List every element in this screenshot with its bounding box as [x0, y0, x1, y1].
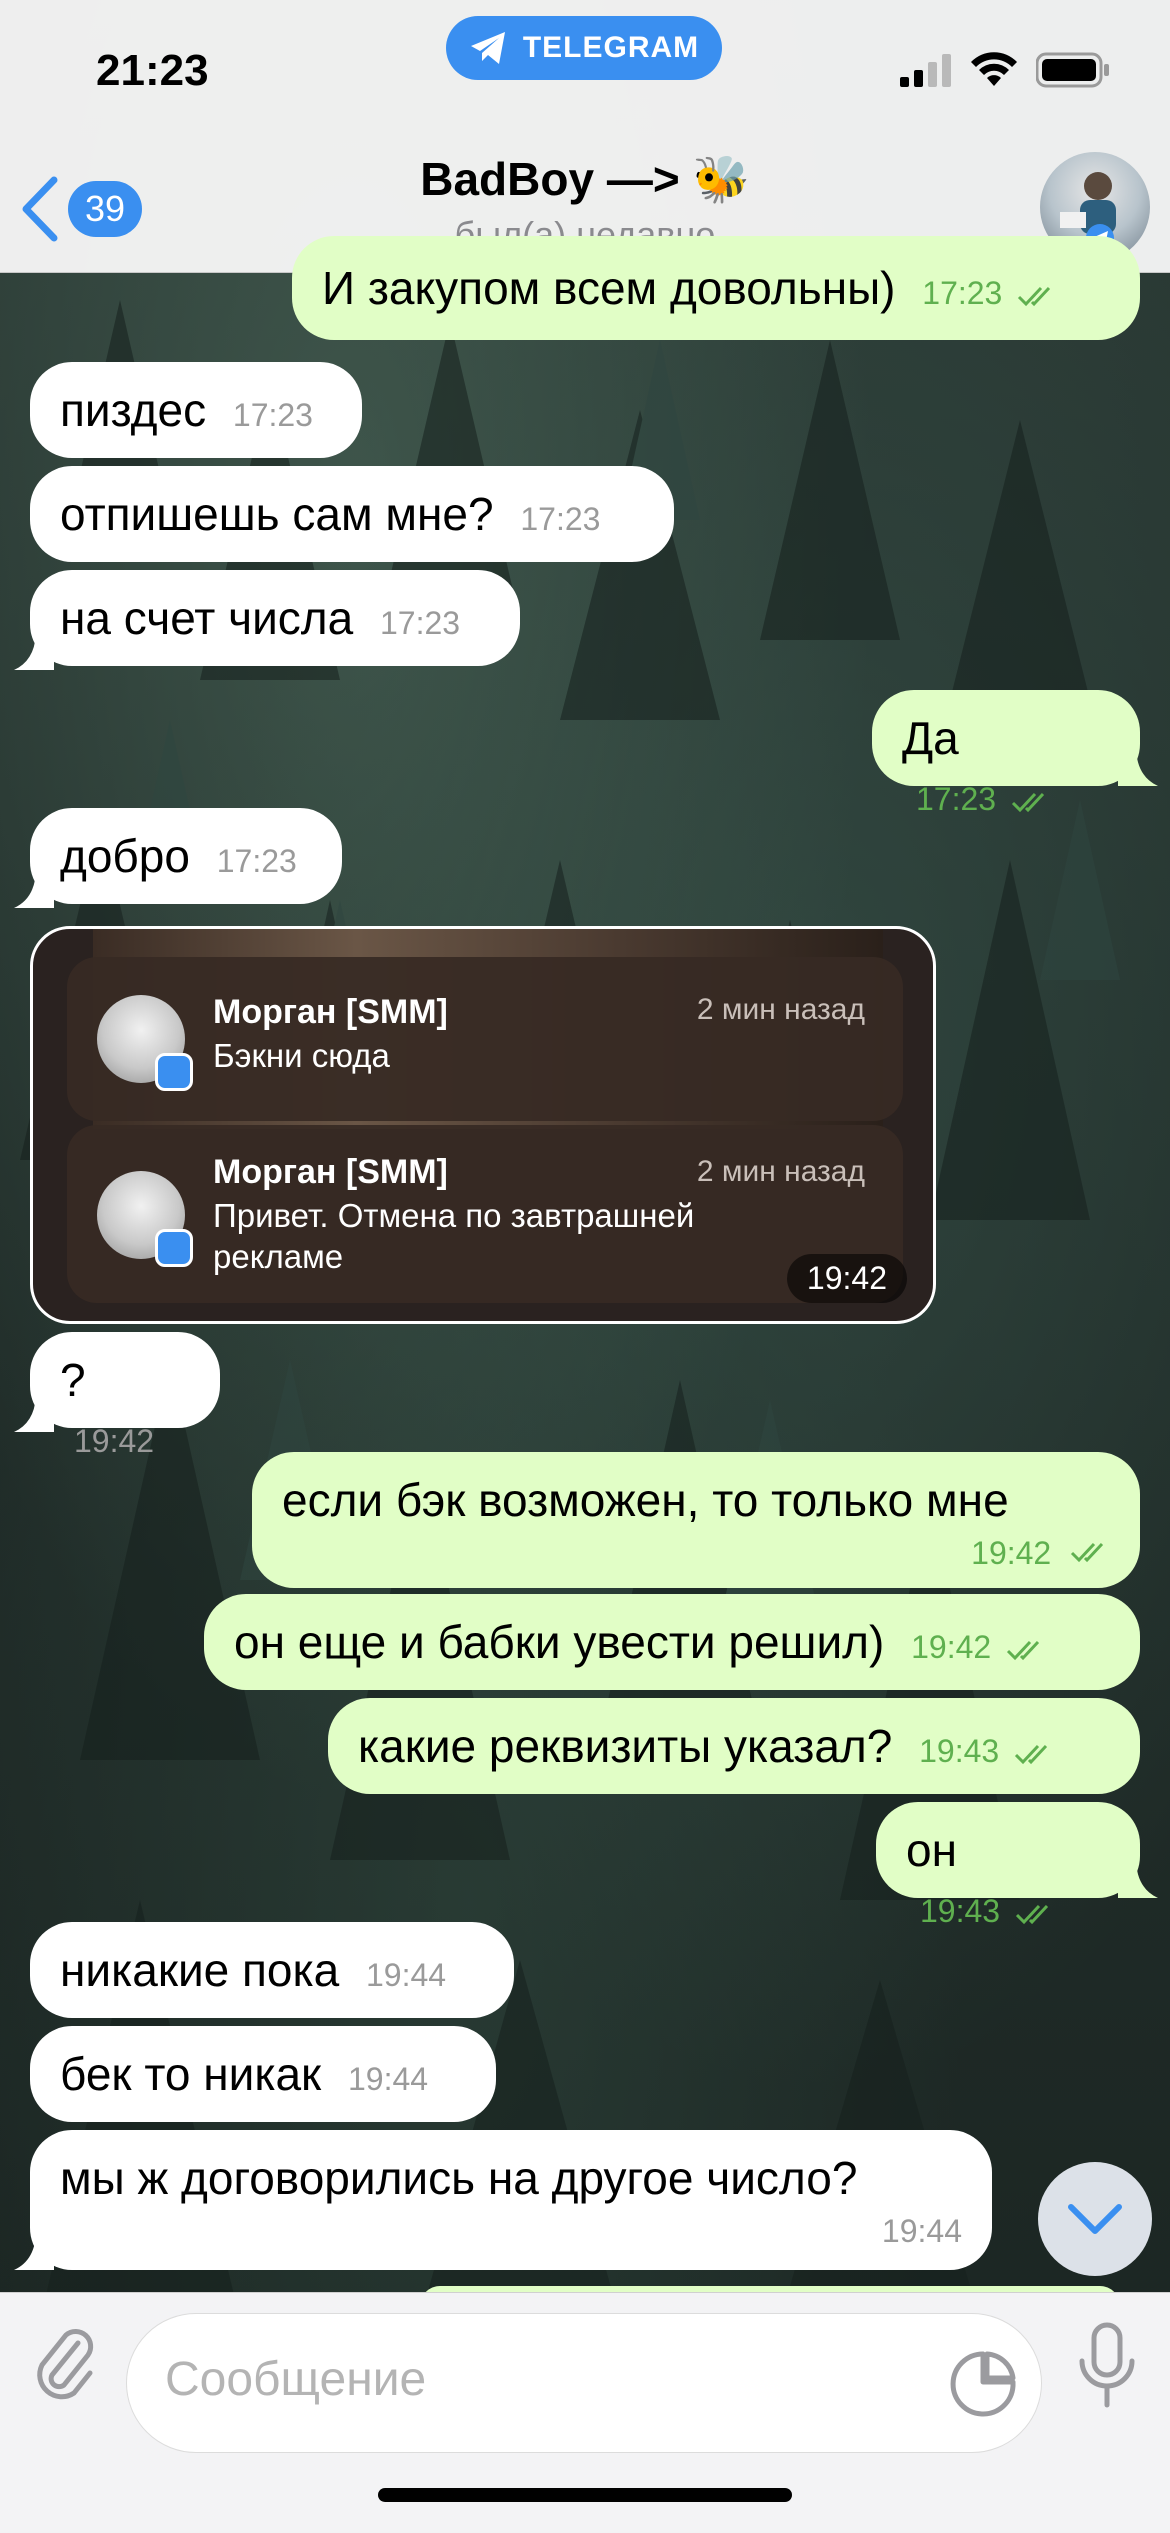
message-text: отпишешь сам мне? — [60, 488, 494, 540]
message-time: 19:42 — [911, 1629, 1046, 1665]
message-incoming[interactable]: на счет числа 17:23 — [30, 570, 520, 666]
telegram-pill-label: TELEGRAM — [522, 31, 700, 64]
message-outgoing[interactable]: если бэк возможен, то только мне 19:42 — [252, 1452, 1140, 1588]
message-text: мы ж договорились на другое число? — [60, 2152, 858, 2204]
message-incoming[interactable]: никакие пока 19:44 — [30, 1922, 514, 2018]
message-incoming[interactable]: мы ж договорились на другое число? 19:44 — [30, 2130, 992, 2270]
chevron-down-icon — [1068, 2204, 1122, 2234]
message-outgoing[interactable]: И закупом всем довольны) 17:23 — [292, 236, 1140, 340]
message-incoming[interactable]: добро 17:23 — [30, 808, 342, 904]
message-time: 19:44 — [347, 2061, 429, 2097]
status-time: 21:23 — [96, 46, 209, 95]
double-check-icon — [1015, 1904, 1049, 1924]
message-time: 17:23 — [232, 397, 313, 433]
message-text: какие реквизиты указал? — [358, 1720, 893, 1772]
message-placeholder: Сообщение — [165, 2353, 427, 2406]
bubble-tail — [14, 1392, 54, 1432]
sticker-icon[interactable] — [945, 2346, 1021, 2422]
wifi-icon — [971, 52, 1017, 86]
notification-text: Бэкни сюда — [213, 1037, 390, 1074]
paperclip-icon[interactable] — [30, 2321, 100, 2405]
notification-card: Морган [SMM] 2 мин назад Бэкни сюда — [67, 957, 903, 1121]
bubble-tail — [14, 630, 54, 670]
image-time: 19:42 — [786, 1254, 907, 1303]
message-text: на счет числа — [60, 592, 354, 644]
message-outgoing[interactable]: он еще и бабки увести решил) 19:42 — [204, 1594, 1140, 1690]
scroll-down-button[interactable] — [1038, 2162, 1152, 2276]
telegram-pill[interactable]: TELEGRAM — [446, 16, 722, 80]
telegram-badge-icon — [155, 1229, 193, 1267]
message-text: никакие пока — [60, 1944, 340, 1996]
notification-time: 2 мин назад — [696, 1155, 865, 1188]
bubble-tail — [1118, 1858, 1158, 1898]
chevron-left-icon — [22, 176, 58, 242]
double-check-icon — [1007, 1640, 1040, 1660]
back-button[interactable]: 39 — [20, 176, 142, 242]
bubble-tail — [1118, 746, 1158, 786]
message-text: он — [906, 1824, 957, 1876]
notification-sender: Морган [SMM] — [213, 1153, 448, 1191]
message-time: 17:23 — [916, 781, 1051, 817]
chat-title[interactable]: BadBoy —> 🐝 — [300, 152, 870, 207]
bubble-tail — [14, 868, 54, 908]
message-text: если бэк возможен, то только мне — [282, 1474, 1009, 1526]
notification-text: Привет. Отмена по завтрашней рекламе — [213, 1197, 695, 1275]
battery-icon — [1036, 52, 1109, 88]
telegram-badge-icon — [155, 1053, 193, 1091]
message-time: 19:43 — [919, 1733, 1054, 1769]
double-check-icon — [1018, 286, 1051, 306]
chat-title-text: BadBoy —> — [420, 153, 693, 205]
telegram-plane-icon — [470, 32, 505, 64]
status-icons — [900, 52, 1110, 88]
message-time: 17:23 — [922, 275, 1057, 311]
message-outgoing[interactable]: он 19:43 — [876, 1802, 1140, 1929]
message-time: 17:23 — [380, 605, 461, 641]
microphone-icon[interactable] — [1076, 2321, 1138, 2411]
notification-card: Морган [SMM] 2 мин назад Привет. Отмена … — [67, 1125, 903, 1303]
message-input[interactable]: Сообщение — [126, 2313, 1042, 2453]
message-text: Да — [902, 712, 959, 764]
double-check-icon — [1015, 1744, 1048, 1764]
home-indicator — [378, 2488, 792, 2502]
message-text: бек то никак — [60, 2048, 322, 2100]
message-time: 17:23 — [216, 843, 297, 879]
chat-title-emoji: 🐝 — [692, 153, 750, 205]
message-time: 19:42 — [282, 1528, 1110, 1573]
message-outgoing[interactable]: какие реквизиты указал? 19:43 — [328, 1698, 1140, 1794]
message-time: 17:23 — [520, 501, 601, 537]
message-text: он еще и бабки увести решил) — [234, 1616, 885, 1668]
message-time: 19:42 — [74, 1423, 155, 1459]
message-text: ? — [60, 1354, 86, 1406]
unread-count-badge: 39 — [68, 181, 142, 237]
notification-time: 2 мин назад — [696, 993, 865, 1026]
chat-header: 21:23 TELEGRAM 39 BadBoy —> 🐝 был(а) нед… — [0, 0, 1170, 273]
message-text: добро — [60, 830, 190, 882]
image-message[interactable]: Морган [SMM] 2 мин назад Бэкни сюда Морг… — [30, 926, 936, 1324]
message-time: 19:43 — [920, 1893, 1055, 1929]
message-incoming[interactable]: бек то никак 19:44 — [30, 2026, 496, 2122]
cellular-signal-icon — [900, 54, 951, 87]
bubble-tail — [14, 2230, 54, 2270]
message-time: 19:44 — [881, 2213, 962, 2249]
message-text: пиздес — [60, 384, 207, 436]
message-outgoing[interactable]: Да 17:23 — [872, 690, 1140, 817]
message-text: И закупом всем довольны) — [322, 262, 896, 314]
notification-sender: Морган [SMM] — [213, 993, 448, 1031]
double-check-icon — [1070, 1542, 1104, 1562]
message-incoming[interactable]: ? 19:42 — [30, 1332, 220, 1459]
message-time: 19:44 — [366, 1957, 447, 1993]
message-incoming[interactable]: отпишешь сам мне? 17:23 — [30, 466, 674, 562]
message-incoming[interactable]: пиздес 17:23 — [30, 362, 362, 458]
double-check-icon — [1011, 792, 1045, 812]
